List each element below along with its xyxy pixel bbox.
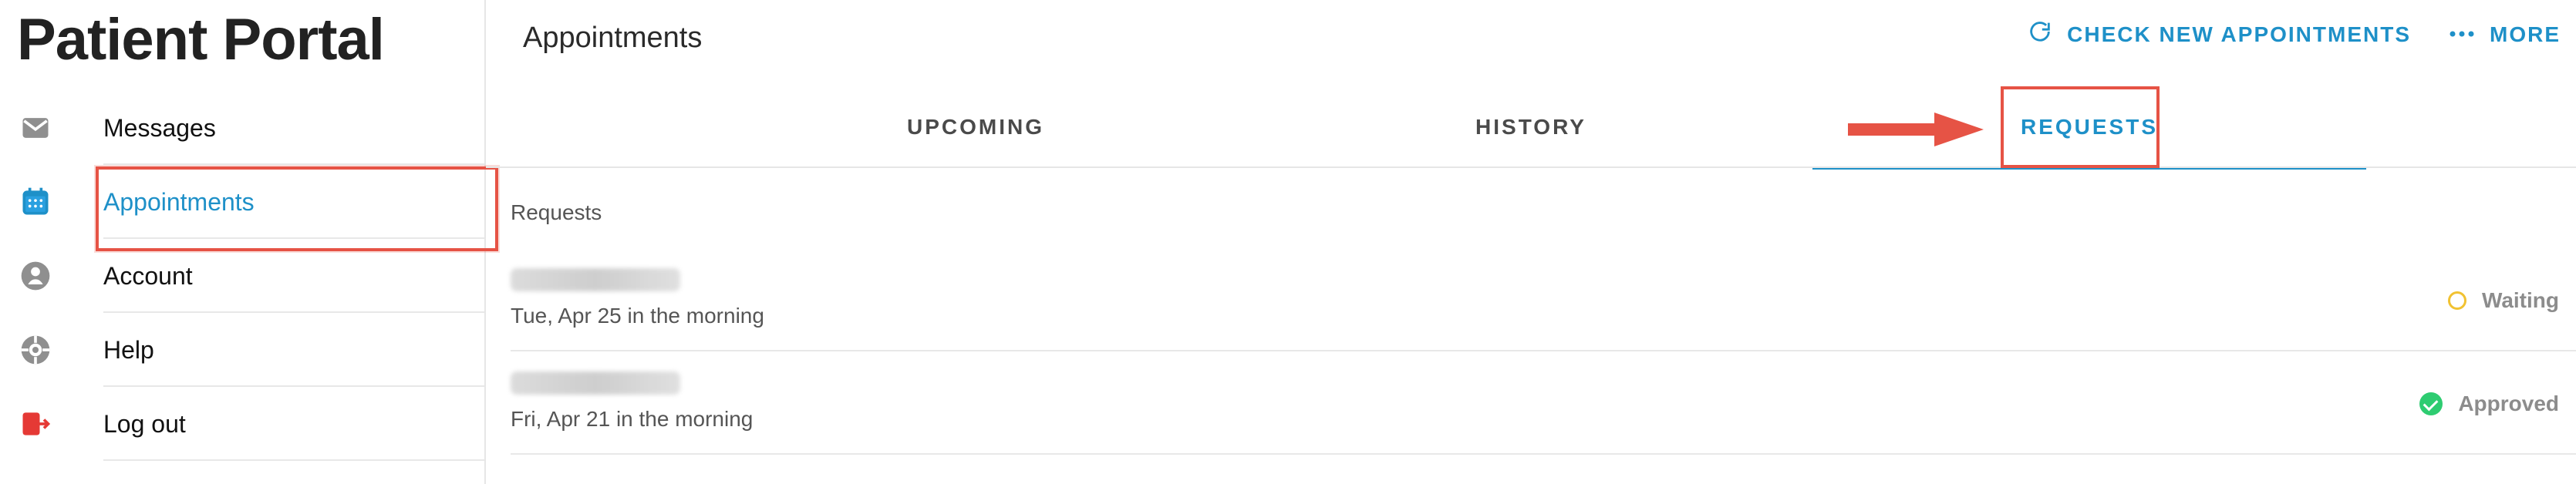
tab-upcoming[interactable]: UPCOMING	[833, 85, 1118, 170]
refresh-icon	[2027, 18, 2053, 50]
sidebar-nav: Messages Appointments Account Help Log o…	[0, 91, 484, 461]
request-date: Fri, Apr 21 in the morning	[511, 407, 754, 431]
top-bar: Appointments CHECK NEW APPOINTMENTS MORE	[486, 0, 2576, 77]
logout-icon	[19, 407, 52, 441]
redacted-title	[511, 371, 680, 395]
check-new-appointments-label: CHECK NEW APPOINTMENTS	[2067, 22, 2411, 46]
more-dots-icon	[2448, 22, 2476, 47]
sidebar-item-label: Help	[103, 336, 154, 364]
check-new-appointments-button[interactable]: CHECK NEW APPOINTMENTS	[2027, 18, 2411, 50]
approved-check-icon	[2419, 392, 2443, 415]
page-title: Appointments	[523, 22, 703, 54]
sidebar-item-help[interactable]: Help	[0, 313, 484, 387]
status-badge: Waiting	[2447, 288, 2559, 313]
header-actions: CHECK NEW APPOINTMENTS MORE	[2027, 18, 2561, 50]
mail-icon	[19, 111, 52, 145]
sidebar-item-label: Log out	[103, 410, 186, 438]
appointments-highlight-box	[96, 166, 498, 251]
list-item[interactable]: Tue, Apr 25 in the morning Waiting	[511, 248, 2576, 351]
red-arrow-annotation	[1848, 113, 1984, 146]
user-icon	[19, 259, 52, 293]
sidebar-item-logout[interactable]: Log out	[0, 387, 484, 461]
redacted-title	[511, 268, 680, 291]
request-date: Tue, Apr 25 in the morning	[511, 304, 764, 328]
sidebar-item-label: Messages	[103, 114, 216, 142]
sidebar-item-messages[interactable]: Messages	[0, 91, 484, 165]
status-badge: Approved	[2419, 392, 2559, 416]
more-label: MORE	[2490, 22, 2561, 46]
calendar-icon	[19, 185, 52, 219]
main-content: Appointments CHECK NEW APPOINTMENTS MORE…	[486, 0, 2576, 484]
more-button[interactable]: MORE	[2448, 22, 2561, 47]
tabs-bar: UPCOMING HISTORY REQUESTS	[486, 85, 2576, 170]
tabs-divider	[486, 166, 2576, 168]
tab-history[interactable]: HISTORY	[1388, 85, 1674, 170]
requests-highlight-box	[2001, 86, 2160, 168]
status-label: Approved	[2458, 392, 2559, 415]
requests-section-title: Requests	[511, 200, 602, 224]
status-label: Waiting	[2481, 288, 2559, 312]
waiting-circle-icon	[2447, 291, 2466, 310]
sidebar-divider	[103, 459, 484, 461]
lifebuoy-icon	[19, 333, 52, 367]
brand-title: Patient Portal	[17, 7, 385, 72]
list-item[interactable]: Fri, Apr 21 in the morning Approved	[511, 351, 2576, 455]
